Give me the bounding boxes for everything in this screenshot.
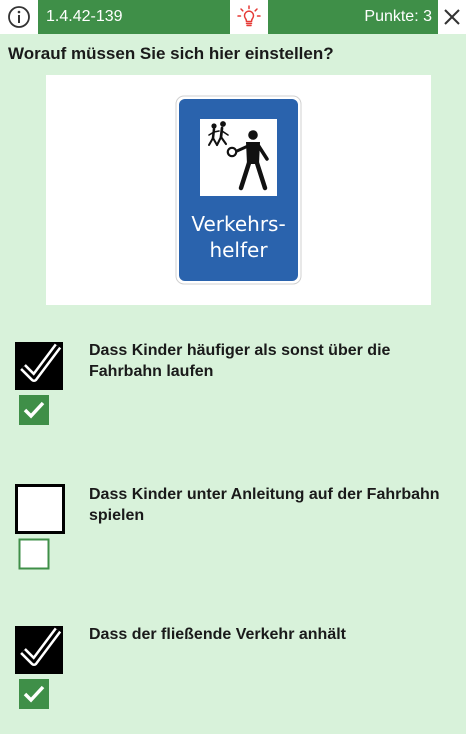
answer-option-3: Dass der fließende Verkehr anhält	[0, 624, 466, 734]
sign-text-line1: Verkehrs-	[191, 212, 285, 236]
sign-image-panel: Verkehrs- helfer	[46, 75, 431, 305]
top-bar: 1.4.42-139 Punkte: 3	[0, 0, 466, 34]
question-text: Worauf müssen Sie sich hier einstellen?	[8, 44, 334, 63]
lightbulb-icon	[237, 5, 261, 27]
answer-checkbox-3[interactable]	[15, 624, 65, 674]
info-icon	[8, 6, 30, 28]
info-button[interactable]	[0, 0, 38, 34]
correct-solution-check-2	[18, 538, 50, 570]
hint-button[interactable]	[230, 0, 268, 34]
answer-text-2[interactable]: Dass Kinder unter Anleitung auf der Fahr…	[89, 484, 449, 526]
answer-checkbox-2[interactable]	[15, 484, 65, 534]
question-id: 1.4.42-139	[38, 0, 230, 34]
answer-text-3[interactable]: Dass der fließende Verkehr anhält	[89, 624, 449, 645]
close-icon	[444, 9, 460, 25]
answer-checkbox-1[interactable]	[15, 340, 65, 390]
traffic-helper-sign: Verkehrs- helfer	[175, 95, 302, 285]
answer-option-2: Dass Kinder unter Anleitung auf der Fahr…	[0, 484, 466, 594]
answer-text-1[interactable]: Dass Kinder häufiger als sonst über die …	[89, 340, 449, 382]
correct-solution-check-3	[19, 679, 49, 709]
score-label: Punkte: 3	[268, 0, 438, 34]
sign-text-line2: helfer	[209, 238, 268, 262]
correct-solution-check-1	[19, 395, 49, 425]
close-button[interactable]	[438, 0, 466, 34]
answer-option-1: Dass Kinder häufiger als sonst über die …	[0, 340, 466, 450]
